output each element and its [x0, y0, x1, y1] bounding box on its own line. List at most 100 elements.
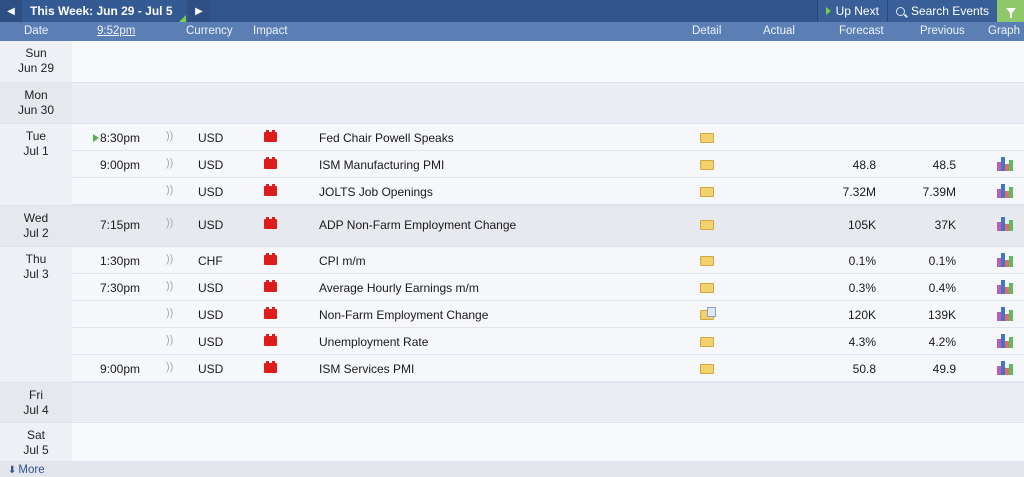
graph-icon[interactable] — [997, 306, 1013, 321]
event-currency: USD — [198, 281, 224, 295]
header-graph: Graph — [988, 25, 1020, 37]
day-date: Wed Jul 2 — [0, 206, 72, 241]
sound-icon[interactable]: )) — [166, 334, 173, 346]
detail-folder-icon[interactable] — [700, 160, 714, 170]
event-row[interactable]: )) USD Unemployment Rate 4.3% 4.2% — [72, 328, 1024, 355]
event-previous: 0.4% — [928, 281, 956, 295]
graph-icon[interactable] — [997, 279, 1013, 294]
event-forecast: 105K — [847, 218, 876, 232]
event-row[interactable]: )) USD Non-Farm Employment Change 120K 1… — [72, 301, 1024, 328]
event-time: 9:00pm — [99, 362, 140, 376]
event-name[interactable]: ADP Non-Farm Employment Change — [319, 218, 516, 232]
event-time: 7:30pm — [99, 281, 140, 295]
high-impact-icon — [264, 361, 277, 373]
detail-folder-icon[interactable] — [700, 187, 714, 197]
high-impact-icon — [264, 130, 277, 142]
event-row[interactable]: 8:30pm )) USD Fed Chair Powell Speaks — [72, 124, 1024, 151]
up-next-button[interactable]: Up Next — [816, 0, 887, 22]
header-impact: Impact — [253, 25, 288, 37]
previous-week-button[interactable]: ◀ — [0, 0, 22, 22]
detail-folder-icon[interactable] — [700, 337, 714, 347]
filter-button[interactable] — [997, 0, 1024, 22]
event-name[interactable]: Unemployment Rate — [319, 335, 428, 349]
event-currency: USD — [198, 218, 224, 232]
graph-icon[interactable] — [997, 216, 1013, 231]
event-name[interactable]: CPI m/m — [319, 254, 366, 268]
event-previous: 139K — [927, 308, 956, 322]
event-time: 9:00pm — [99, 158, 140, 172]
event-previous: 49.9 — [932, 362, 956, 376]
detail-folder-icon[interactable] — [700, 364, 714, 374]
event-forecast: 0.1% — [848, 254, 876, 268]
header-currency: Currency — [186, 25, 233, 37]
event-name[interactable]: ISM Services PMI — [319, 362, 414, 376]
day-date-label: Jun 30 — [17, 103, 55, 117]
event-currency: USD — [198, 308, 224, 322]
event-name[interactable]: JOLTS Job Openings — [319, 185, 433, 199]
graph-icon[interactable] — [997, 333, 1013, 348]
search-events-button[interactable]: Search Events — [886, 0, 997, 22]
sound-icon[interactable]: )) — [166, 184, 173, 196]
event-row[interactable]: 9:00pm )) USD ISM Manufacturing PMI 48.8… — [72, 151, 1024, 178]
sound-icon[interactable]: )) — [166, 217, 173, 229]
event-name[interactable]: ISM Manufacturing PMI — [319, 158, 444, 172]
day-weekday: Fri — [29, 388, 43, 402]
sound-icon[interactable]: )) — [166, 130, 173, 142]
more-label: More — [18, 464, 45, 476]
detail-folder-icon[interactable] — [700, 133, 714, 143]
sound-icon[interactable]: )) — [166, 157, 173, 169]
sound-icon[interactable]: )) — [166, 307, 173, 319]
graph-icon[interactable] — [997, 156, 1013, 171]
detail-folder-icon[interactable] — [700, 283, 714, 293]
detail-folder-icon[interactable] — [700, 220, 714, 230]
high-impact-icon — [264, 334, 277, 346]
high-impact-icon — [264, 157, 277, 169]
event-currency: USD — [198, 335, 224, 349]
day-content — [72, 41, 1024, 82]
graph-icon[interactable] — [997, 252, 1013, 267]
event-row[interactable]: 9:00pm )) USD ISM Services PMI 50.8 49.9 — [72, 355, 1024, 382]
event-previous: 48.5 — [932, 158, 956, 172]
event-row[interactable]: 7:15pm )) USD ADP Non-Farm Employment Ch… — [72, 211, 1024, 238]
event-time: 1:30pm — [99, 254, 140, 268]
graph-icon[interactable] — [997, 183, 1013, 198]
triangle-right-icon: ▶ — [195, 5, 203, 17]
event-row[interactable]: 1:30pm )) CHF CPI m/m 0.1% 0.1% — [72, 247, 1024, 274]
high-impact-icon — [264, 253, 277, 265]
detail-folder-icon[interactable] — [700, 256, 714, 266]
event-name[interactable]: Non-Farm Employment Change — [319, 308, 488, 322]
event-name[interactable]: Fed Chair Powell Speaks — [319, 131, 454, 145]
week-selector[interactable]: This Week: Jun 29 - Jul 5 — [22, 0, 186, 22]
day-row: Sat Jul 5 — [0, 423, 1024, 462]
header-date: Date — [24, 25, 49, 37]
graph-icon[interactable] — [997, 360, 1013, 375]
high-impact-icon — [264, 280, 277, 292]
day-date-label: Jul 1 — [23, 144, 49, 158]
search-events-label: Search Events — [910, 4, 989, 18]
arrow-down-icon: ⬇ — [8, 465, 17, 476]
header-actual: Actual — [763, 25, 795, 37]
header-previous: Previous — [920, 25, 965, 37]
more-link[interactable]: ⬇ More — [0, 462, 1024, 477]
day-date: Sun Jun 29 — [0, 41, 72, 76]
column-header: Date 9:52pm Currency Impact Detail Actua… — [0, 22, 1024, 41]
header-current-time[interactable]: 9:52pm — [97, 25, 135, 37]
day-date-label: Jul 3 — [23, 267, 49, 281]
event-currency: USD — [198, 362, 224, 376]
day-weekday: Wed — [23, 211, 49, 225]
event-row[interactable]: )) USD JOLTS Job Openings 7.32M 7.39M — [72, 178, 1024, 205]
event-name[interactable]: Average Hourly Earnings m/m — [319, 281, 479, 295]
event-forecast: 0.3% — [848, 281, 876, 295]
event-forecast: 50.8 — [852, 362, 876, 376]
day-content — [72, 423, 1024, 461]
day-weekday: Thu — [25, 252, 47, 266]
sound-icon[interactable]: )) — [166, 280, 173, 292]
high-impact-icon — [264, 307, 277, 319]
detail-folder-news-icon[interactable] — [700, 307, 716, 320]
next-week-button[interactable]: ▶ — [188, 0, 210, 22]
event-previous: 0.1% — [928, 254, 956, 268]
sound-icon[interactable]: )) — [166, 253, 173, 265]
day-date: Thu Jul 3 — [0, 247, 72, 382]
sound-icon[interactable]: )) — [166, 361, 173, 373]
event-row[interactable]: 7:30pm )) USD Average Hourly Earnings m/… — [72, 274, 1024, 301]
